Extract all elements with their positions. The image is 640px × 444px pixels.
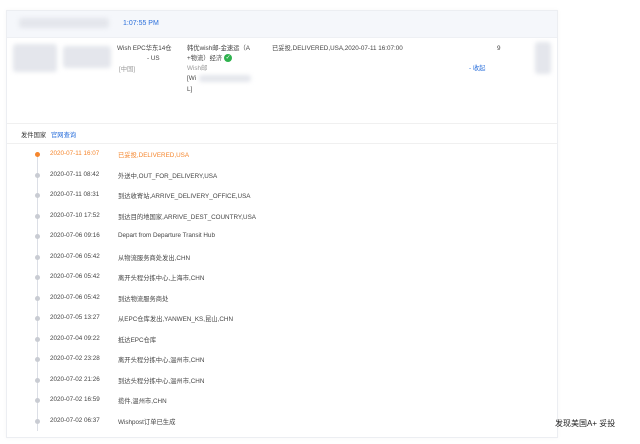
redacted-customer: [63, 46, 111, 68]
event-time: 2020-07-06 05:42: [50, 252, 100, 260]
order-row: Wish EPC华东14仓 - US [中国] 韩优wish邮-金速运（A +物…: [7, 38, 557, 124]
event-description: 揽件,温州市,CHN: [118, 398, 167, 405]
event-description: 已妥投,DELIVERED,USA: [118, 152, 190, 159]
timeline-event: 2020-07-10 17:52 到达目的地国家,ARRIVE_DEST_COUN…: [7, 207, 557, 228]
event-time: 2020-07-02 16:59: [50, 396, 100, 403]
side-caption: 发现美国A+ 妥投: [555, 419, 616, 428]
tracking-timeline: 2020-07-11 16:07 已妥投,DELIVERED,USA 2020-07…: [7, 145, 557, 435]
event-time: 2020-07-06 09:16: [50, 232, 100, 239]
event-description: 到达目的地国家,ARRIVE_DEST_COUNTRY,USA: [118, 213, 256, 221]
service-name: 韩优wish邮-金速运（A: [187, 45, 250, 52]
tracking-section-bar: 发件国家 官网查询: [7, 125, 557, 144]
event-description: 离开头程分拣中心,上海市,CHN: [118, 275, 205, 282]
event-description: 到达物流服务商处: [118, 295, 169, 303]
event-time: 2020-07-04 09:22: [50, 334, 100, 342]
page: 1:07:55 PM Wish EPC华东14仓 - US [中国] 韩优wis…: [0, 0, 640, 444]
event-description: 外送中,OUT_FOR_DELIVERY,USA: [118, 172, 218, 180]
event-time: 2020-07-02 21:26: [50, 375, 100, 383]
collapse-link[interactable]: - 收起: [469, 64, 485, 73]
timeline-event: 2020-07-02 23:28 离开头程分拣中心,温州市,CHN: [7, 350, 557, 371]
timeline-dot-icon: [35, 418, 40, 424]
timeline-dot-icon: [35, 213, 40, 219]
service-bracket-open: [Wi: [187, 75, 197, 82]
check-circle-icon: ✓: [224, 54, 233, 63]
event-time: 2020-07-05 13:27: [50, 314, 100, 321]
timeline-event: 2020-07-02 06:37 Wishpost订单已生成: [7, 412, 557, 433]
event-time: 2020-07-02 06:37: [50, 416, 100, 424]
redacted-service-code: [199, 75, 251, 82]
timeline-dot-icon: [35, 254, 40, 260]
timeline-dot-icon: [35, 234, 40, 239]
sender-country-label: 发件国家: [21, 132, 47, 139]
timeline-event: 2020-07-06 09:16 Depart from Departure Tr…: [7, 227, 557, 248]
timeline-dot-icon: [35, 357, 40, 362]
event-description: 到达头程分拣中心,温州市,CHN: [118, 377, 205, 385]
official-query-link[interactable]: 官网查询: [51, 130, 76, 139]
service-type-text: +物流）经济: [187, 55, 223, 62]
event-description: 抵达EPC仓库: [118, 336, 157, 344]
redacted-header-id: [19, 18, 109, 28]
timeline-dot-icon: [35, 193, 40, 198]
service-platform: Wish邮: [187, 65, 208, 72]
timeline-event: 2020-07-11 08:42 外送中,OUT_FOR_DELIVERY,USA: [7, 166, 557, 187]
timeline-event: 2020-07-11 16:07 已妥投,DELIVERED,USA: [7, 145, 557, 166]
timeline-event: 2020-07-05 13:27 从EPC仓库发出,YANWEN_KS,昆山,CH…: [7, 309, 557, 330]
timeline-dot-icon: [35, 295, 40, 301]
item-count: 9: [497, 45, 501, 52]
timeline-event: 2020-07-02 21:26 到达头程分拣中心,温州市,CHN: [7, 371, 557, 392]
service-bracket-close: L]: [187, 86, 193, 93]
timeline-dot-icon: [35, 398, 40, 403]
timeline-dot-icon: [35, 336, 40, 342]
timeline-dot-icon: [35, 152, 40, 157]
redacted-action-area: [535, 42, 551, 74]
event-description: 离开头程分拣中心,温州市,CHN: [118, 357, 205, 364]
order-header: 1:07:55 PM: [7, 11, 557, 38]
timeline-event: 2020-07-11 08:31 到达收寄站,ARRIVE_DELIVERY_OF…: [7, 186, 557, 207]
event-time: 2020-07-06 05:42: [50, 273, 100, 280]
timeline-event: 2020-07-06 05:42 从物流服务商处发出,CHN: [7, 248, 557, 269]
timeline-event: 2020-07-04 09:22 抵达EPC仓库: [7, 330, 557, 351]
timeline-event: 2020-07-02 16:59 揽件,温州市,CHN: [7, 391, 557, 412]
redacted-order-number: [13, 44, 57, 72]
event-description: 从物流服务商处发出,CHN: [118, 254, 191, 262]
header-time: 1:07:55 PM: [123, 20, 159, 27]
service-type: +物流）经济 ✓: [187, 54, 233, 63]
channel-country: - US: [147, 55, 160, 62]
timeline-event: 2020-07-06 05:42 离开头程分拣中心,上海市,CHN: [7, 268, 557, 289]
event-time: 2020-07-06 05:42: [50, 293, 100, 301]
channel-name: Wish EPC华东14仓: [117, 45, 172, 52]
event-description: Depart from Departure Transit Hub: [118, 232, 215, 239]
timeline-event: 2020-07-06 05:42 到达物流服务商处: [7, 289, 557, 310]
event-description: 从EPC仓库发出,YANWEN_KS,昆山,CHN: [118, 316, 233, 323]
event-time: 2020-07-11 08:42: [50, 170, 100, 178]
timeline-dot-icon: [35, 316, 40, 321]
event-time: 2020-07-11 16:07: [50, 150, 100, 157]
tracking-panel: 1:07:55 PM Wish EPC华东14仓 - US [中国] 韩优wis…: [6, 10, 558, 438]
event-time: 2020-07-10 17:52: [50, 211, 100, 219]
delivery-status: 已妥投,DELIVERED,USA,2020-07-11 16:07:00: [272, 45, 403, 52]
event-time: 2020-07-02 23:28: [50, 355, 100, 362]
event-description: 到达收寄站,ARRIVE_DELIVERY_OFFICE,USA: [118, 193, 251, 200]
timeline-dot-icon: [35, 377, 40, 383]
timeline-dot-icon: [35, 172, 40, 178]
timeline-dot-icon: [35, 275, 40, 280]
event-time: 2020-07-11 08:31: [50, 191, 100, 198]
event-description: Wishpost订单已生成: [118, 418, 176, 426]
channel-tag: [中国]: [119, 66, 136, 73]
